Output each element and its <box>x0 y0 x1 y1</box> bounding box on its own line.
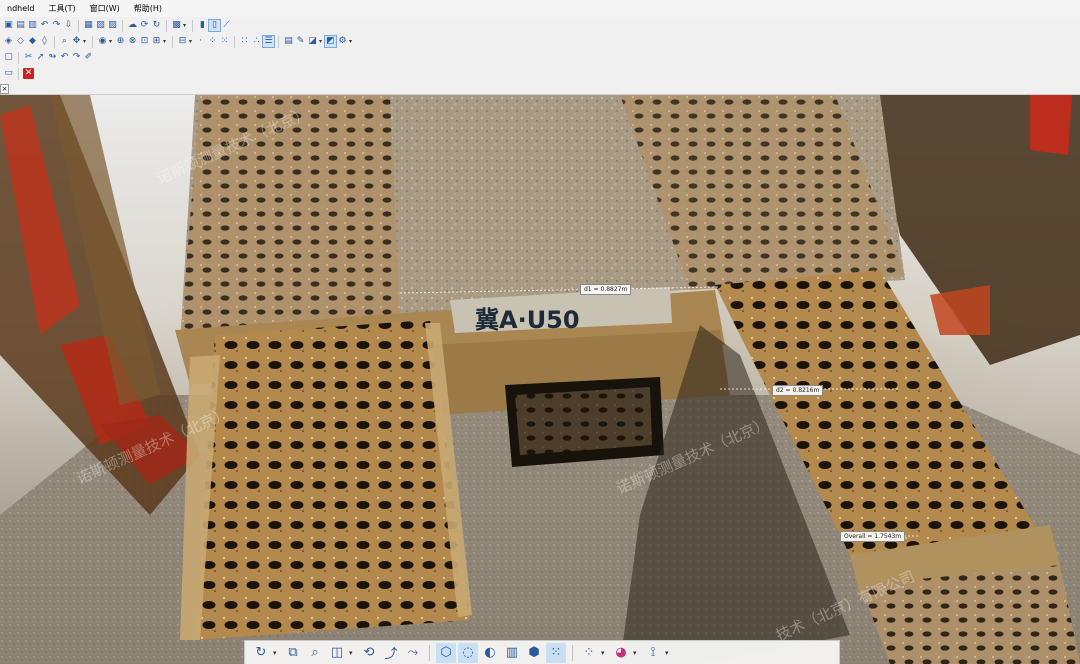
list-icon[interactable]: ☰ <box>262 35 275 48</box>
redo-small-icon[interactable]: ↷ <box>71 52 82 63</box>
view-tab-strip <box>0 80 1080 95</box>
cube-icon[interactable]: ◈ <box>3 36 14 47</box>
select-icon[interactable]: ⊞ <box>151 36 162 47</box>
points-icon[interactable]: ⁘ <box>207 36 218 47</box>
panel-toggle-icon[interactable]: ▭ <box>3 68 14 79</box>
brush-icon[interactable]: ✐ <box>83 52 94 63</box>
chart-icon[interactable]: ▮ <box>197 20 208 31</box>
view-cube-icon[interactable]: ◫ <box>327 643 347 663</box>
camera-icon[interactable]: ◉ <box>97 36 108 47</box>
dots-small-icon[interactable]: ∷ <box>239 36 250 47</box>
toolbar-row-1: ▣ ▤ ▥ ↶ ↷ ⇩ ▦ ▧ ▨ ☁ ⟳ ↻ ▩ ▾ ▮ ▯ ⟋ <box>0 17 1080 34</box>
window-icon[interactable]: ▦ <box>83 20 94 31</box>
display-dropdown-icon[interactable]: ▾ <box>183 22 188 29</box>
measure-icon[interactable]: ⟟ <box>643 643 663 663</box>
ruler-icon[interactable]: ⟋ <box>221 20 232 31</box>
grid-icon[interactable]: ⊟ <box>177 36 188 47</box>
pan-icon[interactable]: ✥ <box>71 36 82 47</box>
fit-view-icon[interactable]: ⧉ <box>283 643 303 663</box>
cube-front-icon[interactable]: ◇ <box>15 36 26 47</box>
slice-icon[interactable]: ▥ <box>502 643 522 663</box>
rotate-icon[interactable]: ⊗ <box>127 36 138 47</box>
section-icon[interactable]: ⬢ <box>524 643 544 663</box>
table-icon[interactable]: ▤ <box>283 36 294 47</box>
settings-icon[interactable]: ⚙ <box>337 36 348 47</box>
move-icon[interactable]: ⊕ <box>115 36 126 47</box>
measurement-d2-label[interactable]: d2 = 0.8216m <box>772 385 824 396</box>
clip-icon[interactable]: ◐ <box>480 643 500 663</box>
close-icon[interactable]: ✕ <box>23 68 34 79</box>
rotate-icon[interactable]: ⟲ <box>359 643 379 663</box>
display-icon[interactable]: ▩ <box>171 20 182 31</box>
cube-top-icon[interactable]: ◊ <box>39 36 50 47</box>
point-density-icon[interactable]: ⁘ <box>579 643 599 663</box>
measurement-overall-label[interactable]: Overall = 1.7543m <box>840 531 906 542</box>
import-icon[interactable]: ⇩ <box>63 20 74 31</box>
cloud-icon[interactable]: ☁ <box>127 20 138 31</box>
walk-icon[interactable]: ⤴ <box>381 643 401 663</box>
save-icon[interactable]: ▣ <box>3 20 14 31</box>
dots-large-icon[interactable]: ∴ <box>251 36 262 47</box>
bottom-view-toolbar: ↻ ▾ ⧉ ⌕ ◫ ▾ ⟲ ⤴ ⤳ ⬡ ◌ ◐ ▥ ⬢ ⁙ ⁘ ▾ ◕ ▾ ⟟ … <box>244 640 840 664</box>
box-icon[interactable]: ⬡ <box>436 642 456 663</box>
layers-icon[interactable]: ▨ <box>107 20 118 31</box>
view-tab-icon[interactable]: × <box>0 84 9 94</box>
point-size-icon[interactable]: ⁙ <box>546 642 566 663</box>
print-icon[interactable]: ▥ <box>27 20 38 31</box>
isolate-icon[interactable]: ◌ <box>458 642 478 663</box>
license-plate-text: 冀A·U50 <box>475 306 580 334</box>
panel-icon[interactable]: ▧ <box>95 20 106 31</box>
menu-bar: ndheld 工具(T) 窗口(W) 帮助(H) <box>0 0 1080 17</box>
shape-icon[interactable]: ◪ <box>307 36 318 47</box>
point-cloud-viewport[interactable]: 冀A·U50 诺斯顿测量技术（北京） 诺斯顿测量技术（北京） 诺斯顿测量技术（北… <box>0 95 1080 664</box>
app-title-fragment: ndheld <box>7 4 35 13</box>
point-icon[interactable]: ⋅ <box>195 36 206 47</box>
zoom-icon[interactable]: ⌕ <box>305 643 325 663</box>
crop-icon[interactable]: ⊡ <box>139 36 150 47</box>
dots-icon[interactable]: ⁙ <box>219 36 230 47</box>
properties-icon[interactable]: ▯ <box>208 19 221 32</box>
orbit-icon[interactable]: ↻ <box>251 643 271 663</box>
menu-help[interactable]: 帮助(H) <box>127 0 169 17</box>
fly-icon[interactable]: ⤳ <box>403 643 423 663</box>
measurement-d1-label[interactable]: d1 = 0.8827m <box>580 284 632 295</box>
window-small-icon[interactable]: ▢ <box>3 52 14 63</box>
refresh-icon[interactable]: ↻ <box>151 20 162 31</box>
lasso-icon[interactable]: ↬ <box>47 52 58 63</box>
undo-small-icon[interactable]: ↶ <box>59 52 70 63</box>
cube-side-icon[interactable]: ◆ <box>27 36 38 47</box>
pencil-icon[interactable]: ✎ <box>295 36 306 47</box>
scissors-icon[interactable]: ✂ <box>23 52 34 63</box>
zoom-icon[interactable]: ⌕ <box>59 36 70 47</box>
redo-icon[interactable]: ↷ <box>51 20 62 31</box>
color-icon[interactable]: ◕ <box>611 643 631 663</box>
cube-view-icon[interactable]: ◩ <box>324 35 337 48</box>
cursor-icon[interactable]: ➚ <box>35 52 46 63</box>
menu-window[interactable]: 窗口(W) <box>83 0 127 17</box>
menu-tools[interactable]: 工具(T) <box>41 0 82 17</box>
open-icon[interactable]: ▤ <box>15 20 26 31</box>
sync-icon[interactable]: ⟳ <box>139 20 150 31</box>
toolbar-row-3: ▢ ✂ ➚ ↬ ↶ ↷ ✐ <box>0 49 1080 66</box>
toolbar-row-2: ◈ ◇ ◆ ◊ ⌕ ✥ ▾ ◉ ▾ ⊕ ⊗ ⊡ ⊞ ▾ ⊟ ▾ ⋅ ⁘ ⁙ ∷ … <box>0 33 1080 50</box>
undo-icon[interactable]: ↶ <box>39 20 50 31</box>
